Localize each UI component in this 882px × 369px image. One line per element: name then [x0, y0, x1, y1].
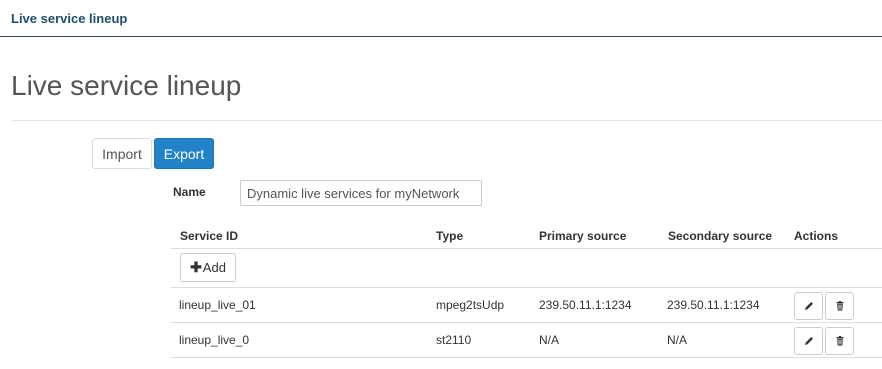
pencil-icon [804, 337, 813, 345]
title-divider [11, 120, 882, 121]
name-label: Name [173, 185, 206, 199]
cell-primary-source: N/A [539, 333, 560, 347]
top-navbar: Live service lineup [0, 0, 882, 37]
header-divider [171, 248, 882, 249]
trash-icon [836, 301, 843, 311]
delete-button[interactable] [825, 327, 854, 355]
column-header-secondary-source: Secondary source [668, 229, 773, 243]
page-title: Live service lineup [11, 70, 242, 101]
row-divider [171, 322, 882, 323]
edit-button[interactable] [794, 292, 823, 320]
column-header-type: Type [436, 229, 464, 243]
column-header-service-id: Service ID [180, 229, 239, 243]
export-button[interactable]: Export [154, 138, 214, 169]
navbar-brand[interactable]: Live service lineup [11, 11, 127, 26]
column-header-primary-source: Primary source [539, 229, 627, 243]
import-button[interactable]: Import [92, 138, 152, 169]
pencil-icon [804, 302, 813, 310]
add-button-label: Add [202, 260, 226, 275]
column-header-actions: Actions [794, 229, 839, 243]
cell-service-id: lineup_live_0 [179, 333, 250, 347]
cell-secondary-source: 239.50.11.1:1234 [667, 298, 760, 312]
plus-icon: ✚ [190, 259, 202, 275]
cell-service-id: lineup_live_01 [179, 298, 256, 312]
row-divider [171, 287, 882, 288]
edit-button[interactable] [794, 327, 823, 355]
delete-button[interactable] [825, 292, 854, 320]
add-service-button[interactable]: ✚ Add [180, 253, 236, 282]
trash-icon [836, 336, 843, 346]
row-divider [171, 357, 882, 358]
cell-type: st2110 [436, 333, 472, 347]
name-input[interactable] [240, 180, 482, 206]
cell-primary-source: 239.50.11.1:1234 [539, 298, 632, 312]
cell-secondary-source: N/A [667, 333, 688, 347]
cell-type: mpeg2tsUdp [436, 298, 505, 312]
